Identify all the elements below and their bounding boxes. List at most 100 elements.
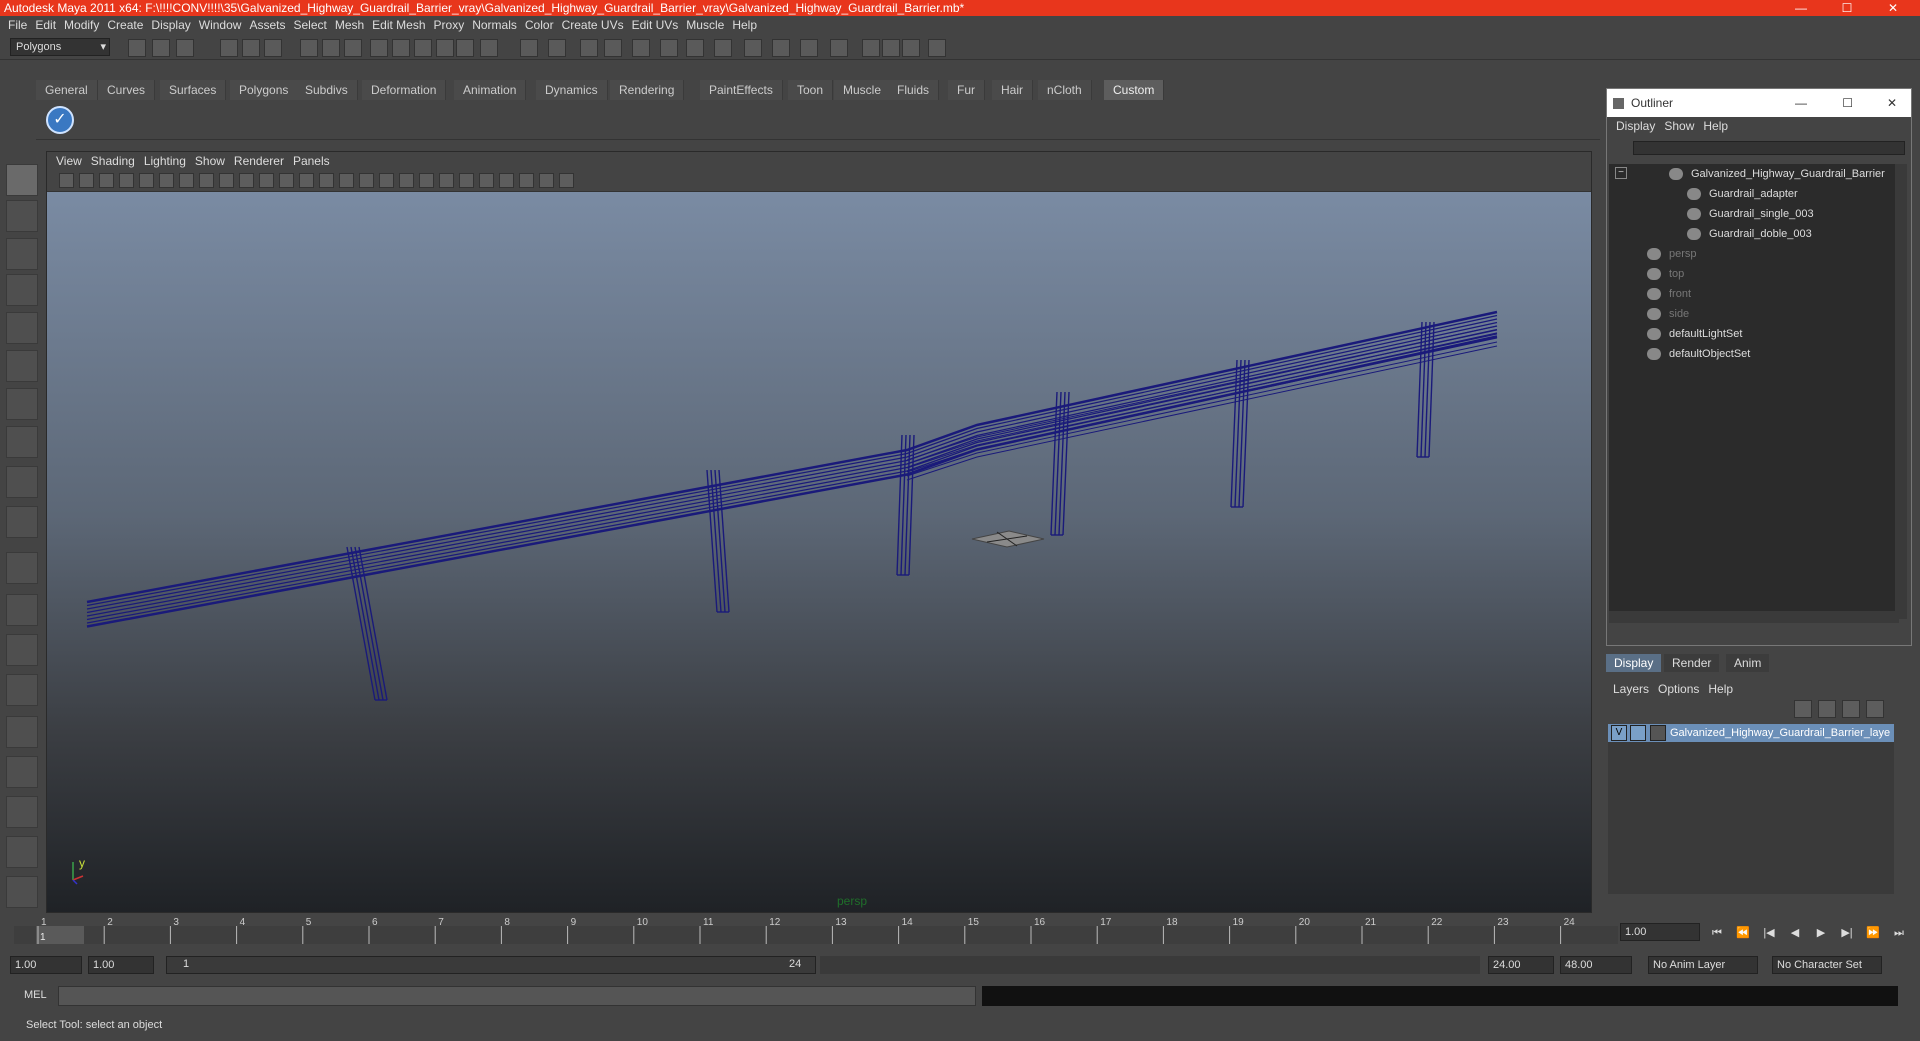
layer-menu-help[interactable]: Help xyxy=(1708,680,1733,698)
panel-tool-icon[interactable] xyxy=(479,173,494,188)
panel-menu-lighting[interactable]: Lighting xyxy=(144,152,186,170)
panel-tool-icon[interactable] xyxy=(499,173,514,188)
playback-button-icon[interactable]: ▶| xyxy=(1838,925,1856,941)
panel-tool-icon[interactable] xyxy=(99,173,114,188)
toolbox-tool-icon[interactable] xyxy=(6,634,38,666)
menu-mesh[interactable]: Mesh xyxy=(335,16,364,34)
shelf-tab-animation[interactable]: Animation xyxy=(454,80,527,100)
3d-viewport[interactable]: y persp xyxy=(47,192,1591,912)
outliner-item-top[interactable]: top xyxy=(1647,264,1684,284)
toolbox-tool-icon[interactable] xyxy=(6,716,38,748)
menu-modify[interactable]: Modify xyxy=(64,16,99,34)
status-tool-icon[interactable] xyxy=(322,39,340,57)
shelf-tab-subdivs[interactable]: Subdivs xyxy=(296,80,358,100)
shelf-tab-dynamics[interactable]: Dynamics xyxy=(536,80,608,100)
menu-proxy[interactable]: Proxy xyxy=(434,16,465,34)
layer-tab-anim[interactable]: Anim xyxy=(1726,654,1770,672)
status-tool-icon[interactable] xyxy=(902,39,920,57)
menu-window[interactable]: Window xyxy=(199,16,242,34)
panel-tool-icon[interactable] xyxy=(259,173,274,188)
layer-action-icon[interactable] xyxy=(1842,700,1860,718)
outliner-scrollbar[interactable] xyxy=(1895,164,1907,619)
status-tool-icon[interactable] xyxy=(220,39,238,57)
outliner-h-scrollbar[interactable] xyxy=(1609,611,1899,623)
shelf-tab-rendering[interactable]: Rendering xyxy=(610,80,685,100)
layer-row[interactable]: V Galvanized_Highway_Guardrail_Barrier_l… xyxy=(1608,724,1894,742)
menu-edit-uvs[interactable]: Edit UVs xyxy=(632,16,679,34)
panel-menu-shading[interactable]: Shading xyxy=(91,152,135,170)
playback-button-icon[interactable]: ▶ xyxy=(1812,925,1830,941)
panel-tool-icon[interactable] xyxy=(139,173,154,188)
menu-assets[interactable]: Assets xyxy=(249,16,285,34)
status-tool-icon[interactable] xyxy=(882,39,900,57)
toolbox-tool-icon[interactable] xyxy=(6,164,38,196)
playback-button-icon[interactable]: ⏩ xyxy=(1864,925,1882,941)
shelf-tab-fur[interactable]: Fur xyxy=(948,80,985,100)
outliner-menu-show[interactable]: Show xyxy=(1664,117,1694,135)
status-tool-icon[interactable] xyxy=(772,39,790,57)
menu-select[interactable]: Select xyxy=(293,16,326,34)
close-button[interactable]: ✕ xyxy=(1870,0,1916,16)
outliner-item-defaultobjectset[interactable]: defaultObjectSet xyxy=(1647,344,1750,364)
status-tool-icon[interactable] xyxy=(176,39,194,57)
layer-tab-render[interactable]: Render xyxy=(1664,654,1720,672)
status-tool-icon[interactable] xyxy=(744,39,762,57)
playback-start-field[interactable]: 1.00 xyxy=(88,956,154,974)
menu-set-dropdown[interactable]: Polygons ▾ xyxy=(10,38,110,56)
status-tool-icon[interactable] xyxy=(456,39,474,57)
toolbox-tool-icon[interactable] xyxy=(6,796,38,828)
status-tool-icon[interactable] xyxy=(128,39,146,57)
panel-tool-icon[interactable] xyxy=(199,173,214,188)
toolbox-tool-icon[interactable] xyxy=(6,274,38,306)
panel-menu-view[interactable]: View xyxy=(56,152,82,170)
status-tool-icon[interactable] xyxy=(370,39,388,57)
shelf-tab-curves[interactable]: Curves xyxy=(98,80,156,100)
toolbox-tool-icon[interactable] xyxy=(6,674,38,706)
status-tool-icon[interactable] xyxy=(548,39,566,57)
playback-button-icon[interactable]: ◀ xyxy=(1786,925,1804,941)
status-tool-icon[interactable] xyxy=(264,39,282,57)
panel-tool-icon[interactable] xyxy=(279,173,294,188)
menu-display[interactable]: Display xyxy=(151,16,190,34)
panel-tool-icon[interactable] xyxy=(459,173,474,188)
layer-visibility-toggle[interactable]: V xyxy=(1611,725,1627,741)
shelf-tab-custom[interactable]: Custom xyxy=(1104,80,1165,100)
end-time-field[interactable]: 48.00 xyxy=(1560,956,1632,974)
menu-edit[interactable]: Edit xyxy=(35,16,56,34)
status-tool-icon[interactable] xyxy=(520,39,538,57)
shelf-tab-fluids[interactable]: Fluids xyxy=(888,80,940,100)
status-tool-icon[interactable] xyxy=(632,39,650,57)
panel-menu-renderer[interactable]: Renderer xyxy=(234,152,284,170)
status-tool-icon[interactable] xyxy=(604,39,622,57)
shelf-tab-muscle[interactable]: Muscle xyxy=(834,80,892,100)
outliner-item-guardrail-doble-003[interactable]: Guardrail_doble_003 xyxy=(1687,224,1812,244)
shelf-tab-toon[interactable]: Toon xyxy=(788,80,834,100)
shelf-tab-deformation[interactable]: Deformation xyxy=(362,80,447,100)
toolbox-tool-icon[interactable] xyxy=(6,200,38,232)
status-tool-icon[interactable] xyxy=(580,39,598,57)
toolbox-tool-icon[interactable] xyxy=(6,756,38,788)
minimize-button[interactable]: — xyxy=(1778,0,1824,16)
status-tool-icon[interactable] xyxy=(344,39,362,57)
menu-normals[interactable]: Normals xyxy=(472,16,517,34)
panel-tool-icon[interactable] xyxy=(219,173,234,188)
toolbox-tool-icon[interactable] xyxy=(6,876,38,908)
toolbox-tool-icon[interactable] xyxy=(6,350,38,382)
panel-tool-icon[interactable] xyxy=(359,173,374,188)
panel-tool-icon[interactable] xyxy=(439,173,454,188)
status-tool-icon[interactable] xyxy=(300,39,318,57)
range-slider[interactable]: 1 24 xyxy=(166,956,816,974)
layer-menu-layers[interactable]: Layers xyxy=(1613,680,1649,698)
layer-menu-options[interactable]: Options xyxy=(1658,680,1699,698)
shelf-tab-painteffects[interactable]: PaintEffects xyxy=(700,80,783,100)
anim-layer-dropdown[interactable]: No Anim Layer xyxy=(1648,956,1758,974)
panel-tool-icon[interactable] xyxy=(59,173,74,188)
status-tool-icon[interactable] xyxy=(242,39,260,57)
outliner-item-front[interactable]: front xyxy=(1647,284,1691,304)
status-tool-icon[interactable] xyxy=(392,39,410,57)
time-slider[interactable]: 1 2 3 4 5 6 7 8 9 10 11 12 13 14 15 16 17 18 19 20 21 22 23 24 1 xyxy=(14,916,1618,946)
panel-tool-icon[interactable] xyxy=(299,173,314,188)
maximize-icon[interactable]: ☐ xyxy=(1842,89,1853,117)
start-time-field[interactable]: 1.00 xyxy=(10,956,82,974)
panel-menu-show[interactable]: Show xyxy=(195,152,225,170)
